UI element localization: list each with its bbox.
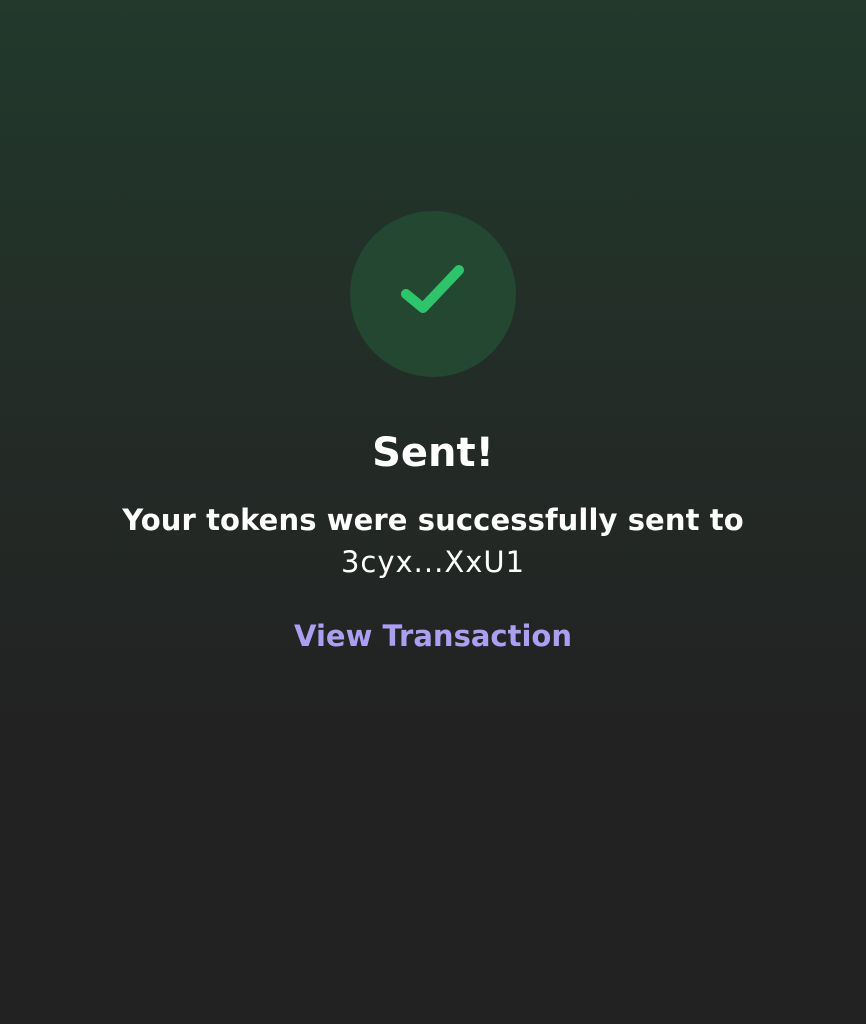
success-message: Your tokens were successfully sent to 3c… [100, 499, 766, 583]
check-icon [401, 265, 464, 313]
success-screen: Sent! Your tokens were successfully sent… [0, 0, 866, 1024]
success-title: Sent! [372, 430, 494, 476]
success-message-text: Your tokens were successfully sent to [122, 503, 744, 537]
view-transaction-link[interactable]: View Transaction [283, 613, 583, 659]
success-badge [350, 211, 516, 377]
recipient-address: 3cyx...XxU1 [340, 545, 526, 579]
